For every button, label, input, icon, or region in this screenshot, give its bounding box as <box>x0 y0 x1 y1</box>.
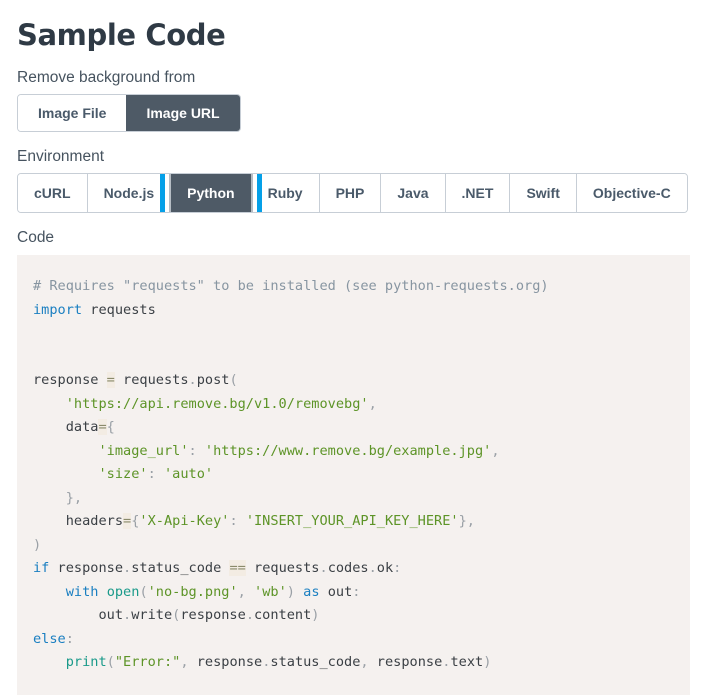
code-token: . <box>123 560 132 577</box>
code-token: status_code <box>131 560 230 577</box>
source-label: Remove background from <box>17 69 196 87</box>
code-token: 'https://api.remove.bg/v1.0/removebg' <box>65 395 369 412</box>
code-token: , <box>491 442 500 459</box>
code-token: headers <box>33 513 124 530</box>
code-token: 'https://www.remove.bg/example.jpg' <box>204 442 492 459</box>
code-token: . <box>123 607 132 624</box>
source-option-image-url[interactable]: Image URL <box>126 94 240 131</box>
code-token: ) <box>483 654 492 671</box>
code-token: : <box>188 442 205 459</box>
code-token: == <box>229 560 246 577</box>
environment-tabs[interactable]: cURL Node.js Python Ruby PHP Java .NET S… <box>17 172 688 213</box>
code-token: 'wb' <box>254 583 287 600</box>
code-token: content <box>254 607 312 624</box>
code-token: response <box>196 654 263 671</box>
code-token: 'INSERT_YOUR_API_KEY_HERE' <box>245 513 459 530</box>
code-token: = <box>123 513 132 530</box>
code-token: . <box>368 560 377 577</box>
code-token: , <box>368 395 377 412</box>
code-token: ok <box>376 560 394 577</box>
sample-code-page: Sample Code Remove background from Image… <box>0 0 707 695</box>
code-token: print <box>65 654 107 671</box>
tab-objective-c[interactable]: Objective-C <box>575 173 687 212</box>
code-token: out <box>319 583 353 600</box>
code-token: with <box>65 583 99 600</box>
code-token: requests <box>114 372 189 389</box>
page-title: Sample Code <box>17 18 226 52</box>
code-token: import <box>33 301 83 318</box>
code-token: }, <box>65 489 83 506</box>
code-token: : <box>147 466 164 483</box>
code-token: 'X-Api-Key' <box>139 513 230 530</box>
tab-ruby[interactable]: Ruby <box>250 173 319 212</box>
code-token: ( <box>139 583 148 600</box>
code-block[interactable]: # Requires "requests" to be installed (s… <box>17 255 690 695</box>
code-token: write <box>131 607 173 624</box>
code-token: ) <box>286 583 295 600</box>
code-token: codes <box>327 560 369 577</box>
tab-java[interactable]: Java <box>380 173 445 212</box>
code-token: status_code <box>270 654 361 671</box>
code-token: out <box>33 607 124 624</box>
code-token: response <box>49 560 124 577</box>
code-token: ( <box>106 654 115 671</box>
tab-curl[interactable]: cURL <box>18 173 87 212</box>
code-token: : <box>352 583 361 600</box>
code-token: 'size' <box>98 466 148 483</box>
code-token: if <box>33 560 50 577</box>
code-token: ( <box>229 372 238 389</box>
code-token: { <box>106 419 115 436</box>
code-token: response <box>33 372 107 389</box>
code-token: response <box>180 607 246 624</box>
code-token: : <box>229 513 246 530</box>
code-token: : <box>65 630 74 647</box>
code-token: open <box>106 583 140 600</box>
tab-dotnet[interactable]: .NET <box>444 173 510 212</box>
code-token: "Error:" <box>114 654 181 671</box>
code-token: 'no-bg.png' <box>147 583 238 600</box>
code-token: requests <box>82 301 156 318</box>
code-token: . <box>319 560 328 577</box>
code-token: ) <box>311 607 320 624</box>
code-token: else <box>33 630 66 647</box>
code-token: 'image_url' <box>98 442 189 459</box>
code-token: data <box>33 419 99 436</box>
code-label: Code <box>17 228 55 246</box>
code-token: ) <box>33 536 42 553</box>
code-token: as <box>303 583 320 600</box>
code-token: # Requires "requests" to be installed (s… <box>33 278 549 295</box>
code-token: . <box>188 372 197 389</box>
code-token: , <box>180 654 197 671</box>
tab-python[interactable]: Python <box>160 173 263 212</box>
source-option-image-file[interactable]: Image File <box>18 94 127 131</box>
code-token: = <box>98 419 107 436</box>
code-token: = <box>106 372 115 389</box>
code-token: 'auto' <box>163 466 214 483</box>
code-token: text <box>450 654 484 671</box>
tab-nodejs[interactable]: Node.js <box>86 173 171 212</box>
code-token: : <box>393 560 402 577</box>
environment-tabs-wrap: cURL Node.js Python Ruby PHP Java .NET S… <box>17 172 688 213</box>
tab-php[interactable]: PHP <box>318 173 381 212</box>
code-token: post <box>196 372 230 389</box>
code-token: , <box>360 654 377 671</box>
code-token: }, <box>458 513 475 530</box>
source-toggle-group[interactable]: Image File Image URL <box>17 93 241 132</box>
tab-swift[interactable]: Swift <box>509 173 576 212</box>
code-token: response <box>376 654 443 671</box>
code-token: , <box>237 583 255 600</box>
code-token: . <box>245 607 254 624</box>
code-token: requests <box>245 560 320 577</box>
code-snippet[interactable]: # Requires "requests" to be installed (s… <box>33 275 674 675</box>
environment-label: Environment <box>17 147 105 165</box>
